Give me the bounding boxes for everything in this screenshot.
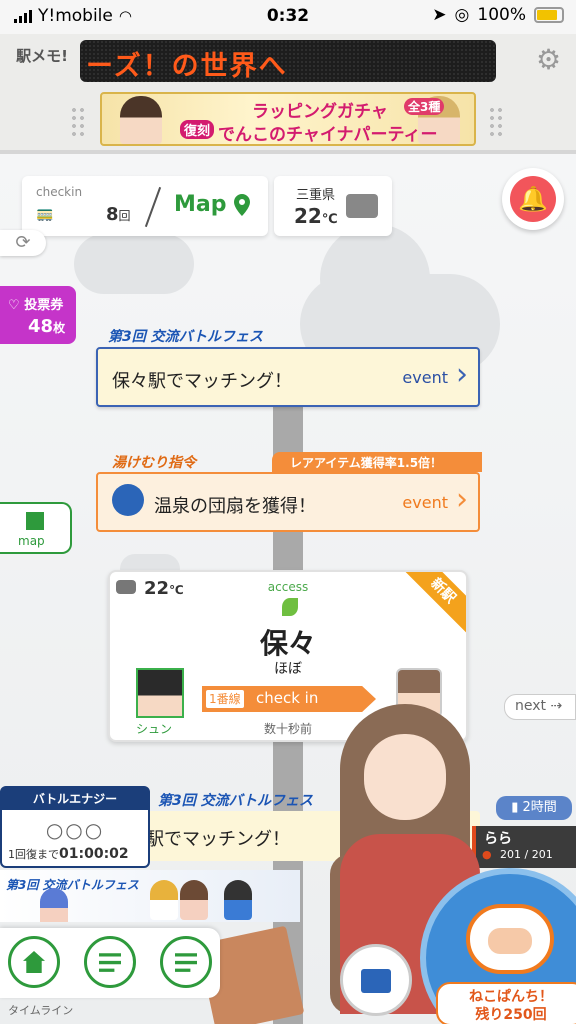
chevron-right-icon: › <box>456 357 468 392</box>
prefecture-label: 三重県 <box>296 188 336 203</box>
home-icon <box>23 951 45 973</box>
marquee-text: ーズ！の世界へ <box>86 51 288 82</box>
chibi-character <box>40 888 68 922</box>
checkin-card[interactable]: checkin 🚃 8回 Map <box>22 176 268 236</box>
cloudy-weather-icon <box>346 194 378 218</box>
station-name: 保々 <box>259 627 316 660</box>
app-header: 駅メモ! ーズ！の世界へ ⚙ ラッピングガチャ 全3種 復刻 でんこのチャイナパ… <box>0 34 576 154</box>
map-pin-icon <box>234 194 250 216</box>
banner-badge: 全3種 <box>404 98 445 115</box>
chibi-character <box>224 880 252 920</box>
banner-title: ラッピングガチャ <box>252 102 388 122</box>
chibi-character <box>180 880 208 920</box>
vote-label: ♡ 投票券 <box>8 298 64 313</box>
event2-text: 温泉の団扇を獲得！ <box>154 496 316 517</box>
map-icon <box>26 512 44 530</box>
battle-energy-panel[interactable]: バトルエナジー ○○○ 1回復まで01:00:02 <box>0 786 150 868</box>
divider-slash <box>144 186 162 228</box>
checkin-count: 8回 <box>106 204 131 225</box>
bg-cloud <box>320 224 430 334</box>
bg-cloud <box>74 234 194 294</box>
status-right: ➤ ◎ 100% <box>432 5 564 25</box>
vote-ticket-button[interactable]: ♡ 投票券 48枚 <box>0 286 76 344</box>
main-area: checkin 🚃 8回 Map 三重県 22℃ 🔔 ⟳ ♡ 投票券 48枚 第… <box>0 154 576 1024</box>
status-bar: Y!mobile ◠ 0:32 ➤ ◎ 100% <box>0 0 576 34</box>
weather-temperature: 22℃ <box>294 204 338 228</box>
list-icon <box>99 953 121 972</box>
event3-header: 第3回 交流バトルフェス <box>158 793 314 809</box>
bottom-nav <box>0 928 220 998</box>
phone-icon: ▮ <box>511 800 523 815</box>
nav-list-button[interactable] <box>84 936 136 988</box>
map-button[interactable]: map <box>0 502 72 554</box>
neko-face-icon <box>466 904 554 974</box>
event2-header: 湯けむり指令 <box>112 455 196 471</box>
energy-circles: ○○○ <box>45 818 105 842</box>
banner-character-left <box>120 96 162 144</box>
chibi-character <box>150 880 178 920</box>
notification-bell-button[interactable]: 🔔 <box>502 168 564 230</box>
nav-home-button[interactable] <box>8 936 60 988</box>
news-marquee[interactable]: ーズ！の世界へ <box>80 40 496 82</box>
denko-hp: 201 / 201 <box>500 848 553 861</box>
timeline-label: タイムライン <box>8 1004 74 1017</box>
event-card-matching[interactable]: 保々駅でマッチング！ event › <box>96 347 480 407</box>
access-label: access <box>267 580 309 594</box>
map-link[interactable]: Map <box>174 192 227 217</box>
next-button[interactable]: next ⇢ <box>504 694 576 720</box>
event3-text: 駅でマッチング！ <box>146 829 290 850</box>
app-logo: 駅メモ! <box>16 47 68 65</box>
rotation-lock-icon: ◎ <box>454 5 470 25</box>
fan-icon <box>112 484 144 516</box>
dot-decoration-left <box>70 106 88 136</box>
bell-icon: 🔔 <box>510 176 556 222</box>
dot-decoration-right <box>488 106 506 136</box>
map-button-label: map <box>18 534 45 548</box>
battle-energy-title: バトルエナジー <box>2 788 148 810</box>
next-label: next <box>515 698 547 714</box>
chevron-right-icon: › <box>456 482 468 517</box>
recover-timer: 1回復まで01:00:02 <box>8 846 129 862</box>
time-remaining-badge: ▮ 2時間 <box>496 796 572 820</box>
gacha-banner[interactable]: ラッピングガチャ 全3種 復刻 でんこのチャイナパーティー <box>100 92 476 146</box>
event1-text: 保々駅でマッチング！ <box>112 371 292 392</box>
denko-avatar[interactable] <box>136 668 184 718</box>
weather-card: 三重県 22℃ <box>274 176 392 236</box>
nav-train-list-button[interactable] <box>160 936 212 988</box>
rare-bonus-badge: レアアイテム獲得率1.5倍！ <box>272 452 482 472</box>
timeline-strip[interactable]: 第3回 交流バトルフェス <box>0 870 300 922</box>
train-list-icon <box>175 953 197 972</box>
event2-link: event <box>402 493 448 512</box>
line-number: 1番線 <box>206 690 244 708</box>
character-face <box>364 734 446 820</box>
train-icon: 🚃 <box>36 206 54 222</box>
event1-header: 第3回 交流バトルフェス <box>108 329 264 345</box>
briefcase-icon <box>361 969 391 993</box>
event-card-onsen[interactable]: 温泉の団扇を獲得！ event › <box>96 472 480 532</box>
vote-count: 48枚 <box>28 316 66 337</box>
location-icon: ➤ <box>432 5 447 25</box>
settings-gear-icon[interactable]: ⚙ <box>536 46 564 74</box>
refresh-button[interactable]: ⟳ <box>0 230 46 256</box>
leaf-icon <box>282 598 298 616</box>
train-icon: ⇢ <box>550 698 563 714</box>
timeline-event-header: 第3回 交流バトルフェス <box>6 878 139 892</box>
battery-icon <box>534 7 564 23</box>
punch-label: ねこぱんち！ 残り250回 <box>436 982 576 1024</box>
battery-percent: 100% <box>477 5 526 25</box>
refresh-icon: ⟳ <box>15 232 31 253</box>
banner-subtitle: でんこのチャイナパーティー <box>218 125 438 145</box>
item-bag-button[interactable] <box>340 944 412 1016</box>
banner-tag: 復刻 <box>180 120 215 139</box>
checkin-label: checkin <box>36 185 83 199</box>
event1-link: event <box>402 368 448 387</box>
